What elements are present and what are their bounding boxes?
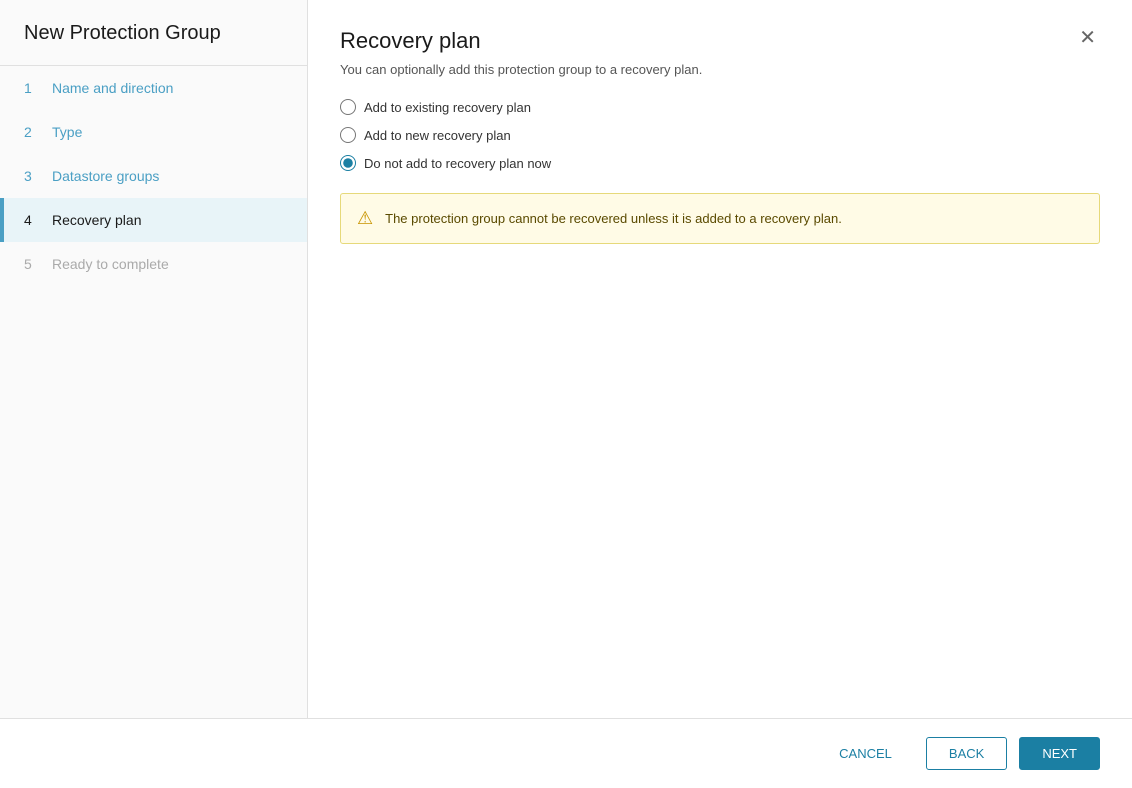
dialog-new-protection-group: New Protection Group 1 Name and directio… (0, 0, 1132, 788)
sidebar: New Protection Group 1 Name and directio… (0, 0, 308, 718)
radio-option-1[interactable]: Add to existing recovery plan (340, 99, 1100, 115)
step-label-4: Recovery plan (52, 212, 142, 228)
radio-input-1[interactable] (340, 99, 356, 115)
warning-icon: ⚠ (357, 208, 373, 229)
content-subtitle: You can optionally add this protection g… (340, 62, 1100, 77)
sidebar-step-5[interactable]: 5 Ready to complete (0, 242, 307, 286)
step-number-2: 2 (24, 124, 42, 140)
cancel-button[interactable]: CANCEL (817, 738, 914, 769)
sidebar-title: New Protection Group (0, 0, 307, 66)
dialog-body: New Protection Group 1 Name and directio… (0, 0, 1132, 718)
sidebar-step-1[interactable]: 1 Name and direction (0, 66, 307, 110)
next-button[interactable]: NEXT (1019, 737, 1100, 770)
radio-input-2[interactable] (340, 127, 356, 143)
sidebar-step-2[interactable]: 2 Type (0, 110, 307, 154)
sidebar-steps: 1 Name and direction 2 Type 3 Datastore … (0, 66, 307, 286)
step-number-5: 5 (24, 256, 42, 272)
page-title: Recovery plan (340, 28, 481, 54)
radio-label-2: Add to new recovery plan (364, 128, 511, 143)
close-button[interactable]: ✕ (1075, 28, 1100, 48)
radio-label-3: Do not add to recovery plan now (364, 156, 551, 171)
sidebar-step-3[interactable]: 3 Datastore groups (0, 154, 307, 198)
step-label-1: Name and direction (52, 80, 173, 96)
content-header: Recovery plan ✕ (340, 28, 1100, 54)
step-number-1: 1 (24, 80, 42, 96)
radio-option-2[interactable]: Add to new recovery plan (340, 127, 1100, 143)
main-content: Recovery plan ✕ You can optionally add t… (308, 0, 1132, 718)
radio-option-3[interactable]: Do not add to recovery plan now (340, 155, 1100, 171)
step-label-2: Type (52, 124, 82, 140)
sidebar-step-4[interactable]: 4 Recovery plan (0, 198, 307, 242)
radio-input-3[interactable] (340, 155, 356, 171)
close-icon: ✕ (1079, 27, 1096, 49)
warning-box: ⚠ The protection group cannot be recover… (340, 193, 1100, 244)
back-button[interactable]: BACK (926, 737, 1007, 770)
radio-label-1: Add to existing recovery plan (364, 100, 531, 115)
step-label-3: Datastore groups (52, 168, 159, 184)
warning-message: The protection group cannot be recovered… (385, 211, 842, 226)
step-number-3: 3 (24, 168, 42, 184)
radio-group: Add to existing recovery plan Add to new… (340, 99, 1100, 171)
dialog-footer: CANCEL BACK NEXT (0, 718, 1132, 788)
step-number-4: 4 (24, 212, 42, 228)
step-label-5: Ready to complete (52, 256, 169, 272)
